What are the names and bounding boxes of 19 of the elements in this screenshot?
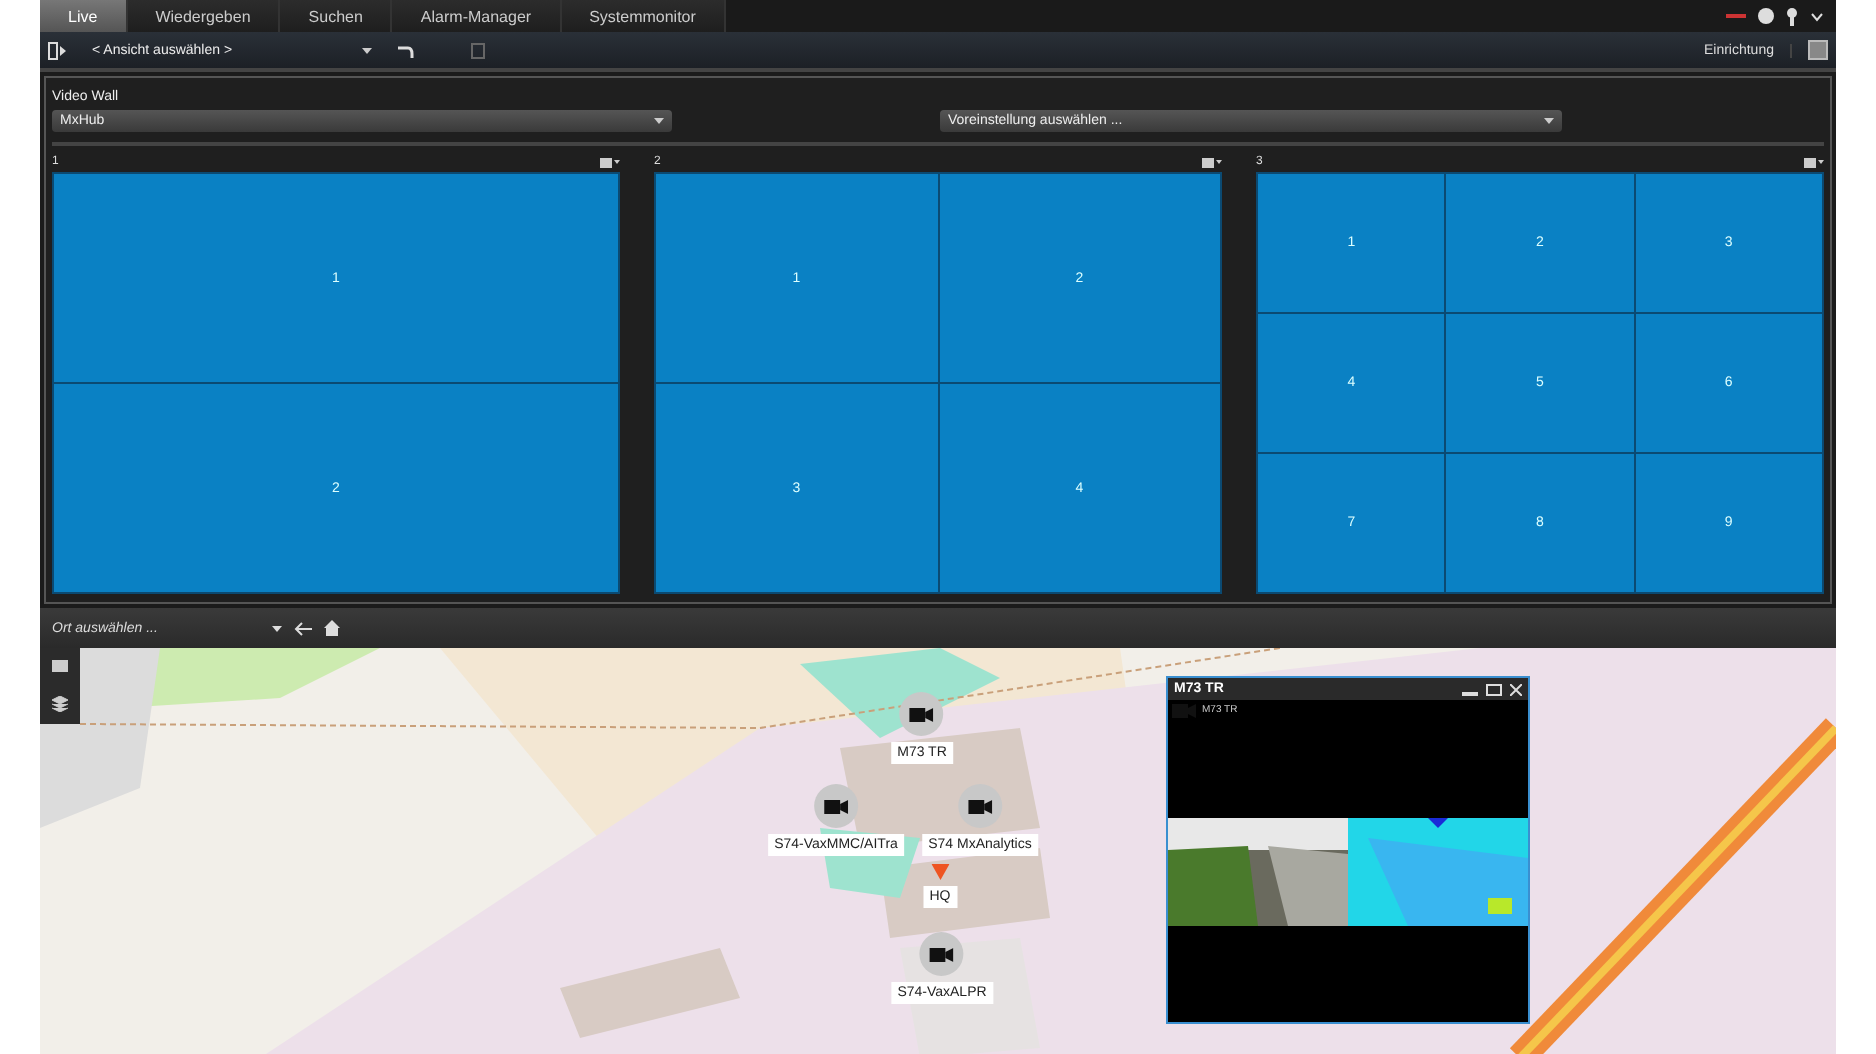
layout-menu-icon[interactable] [1202,157,1222,167]
caret-icon[interactable] [362,47,372,53]
chevron-icon[interactable] [1810,11,1824,21]
layout-menu-icon[interactable] [600,157,620,167]
caret-icon[interactable] [1544,118,1554,124]
tab[interactable]: Alarm-Manager [392,0,562,32]
home-icon[interactable] [324,620,340,636]
back-icon[interactable] [294,621,312,635]
layout-menu-icon[interactable] [1804,157,1824,167]
tab[interactable]: Wiedergeben [127,0,281,32]
caret-icon[interactable] [654,118,664,124]
tab[interactable]: Systemmonitor [561,0,726,32]
panel-icon[interactable] [48,41,68,59]
caret-icon[interactable] [272,625,282,631]
undo-icon[interactable] [396,41,414,59]
help-icon[interactable] [1758,8,1774,24]
tab[interactable]: Suchen [280,0,393,32]
key-icon[interactable] [1786,7,1798,25]
tab[interactable]: Live [40,0,128,32]
